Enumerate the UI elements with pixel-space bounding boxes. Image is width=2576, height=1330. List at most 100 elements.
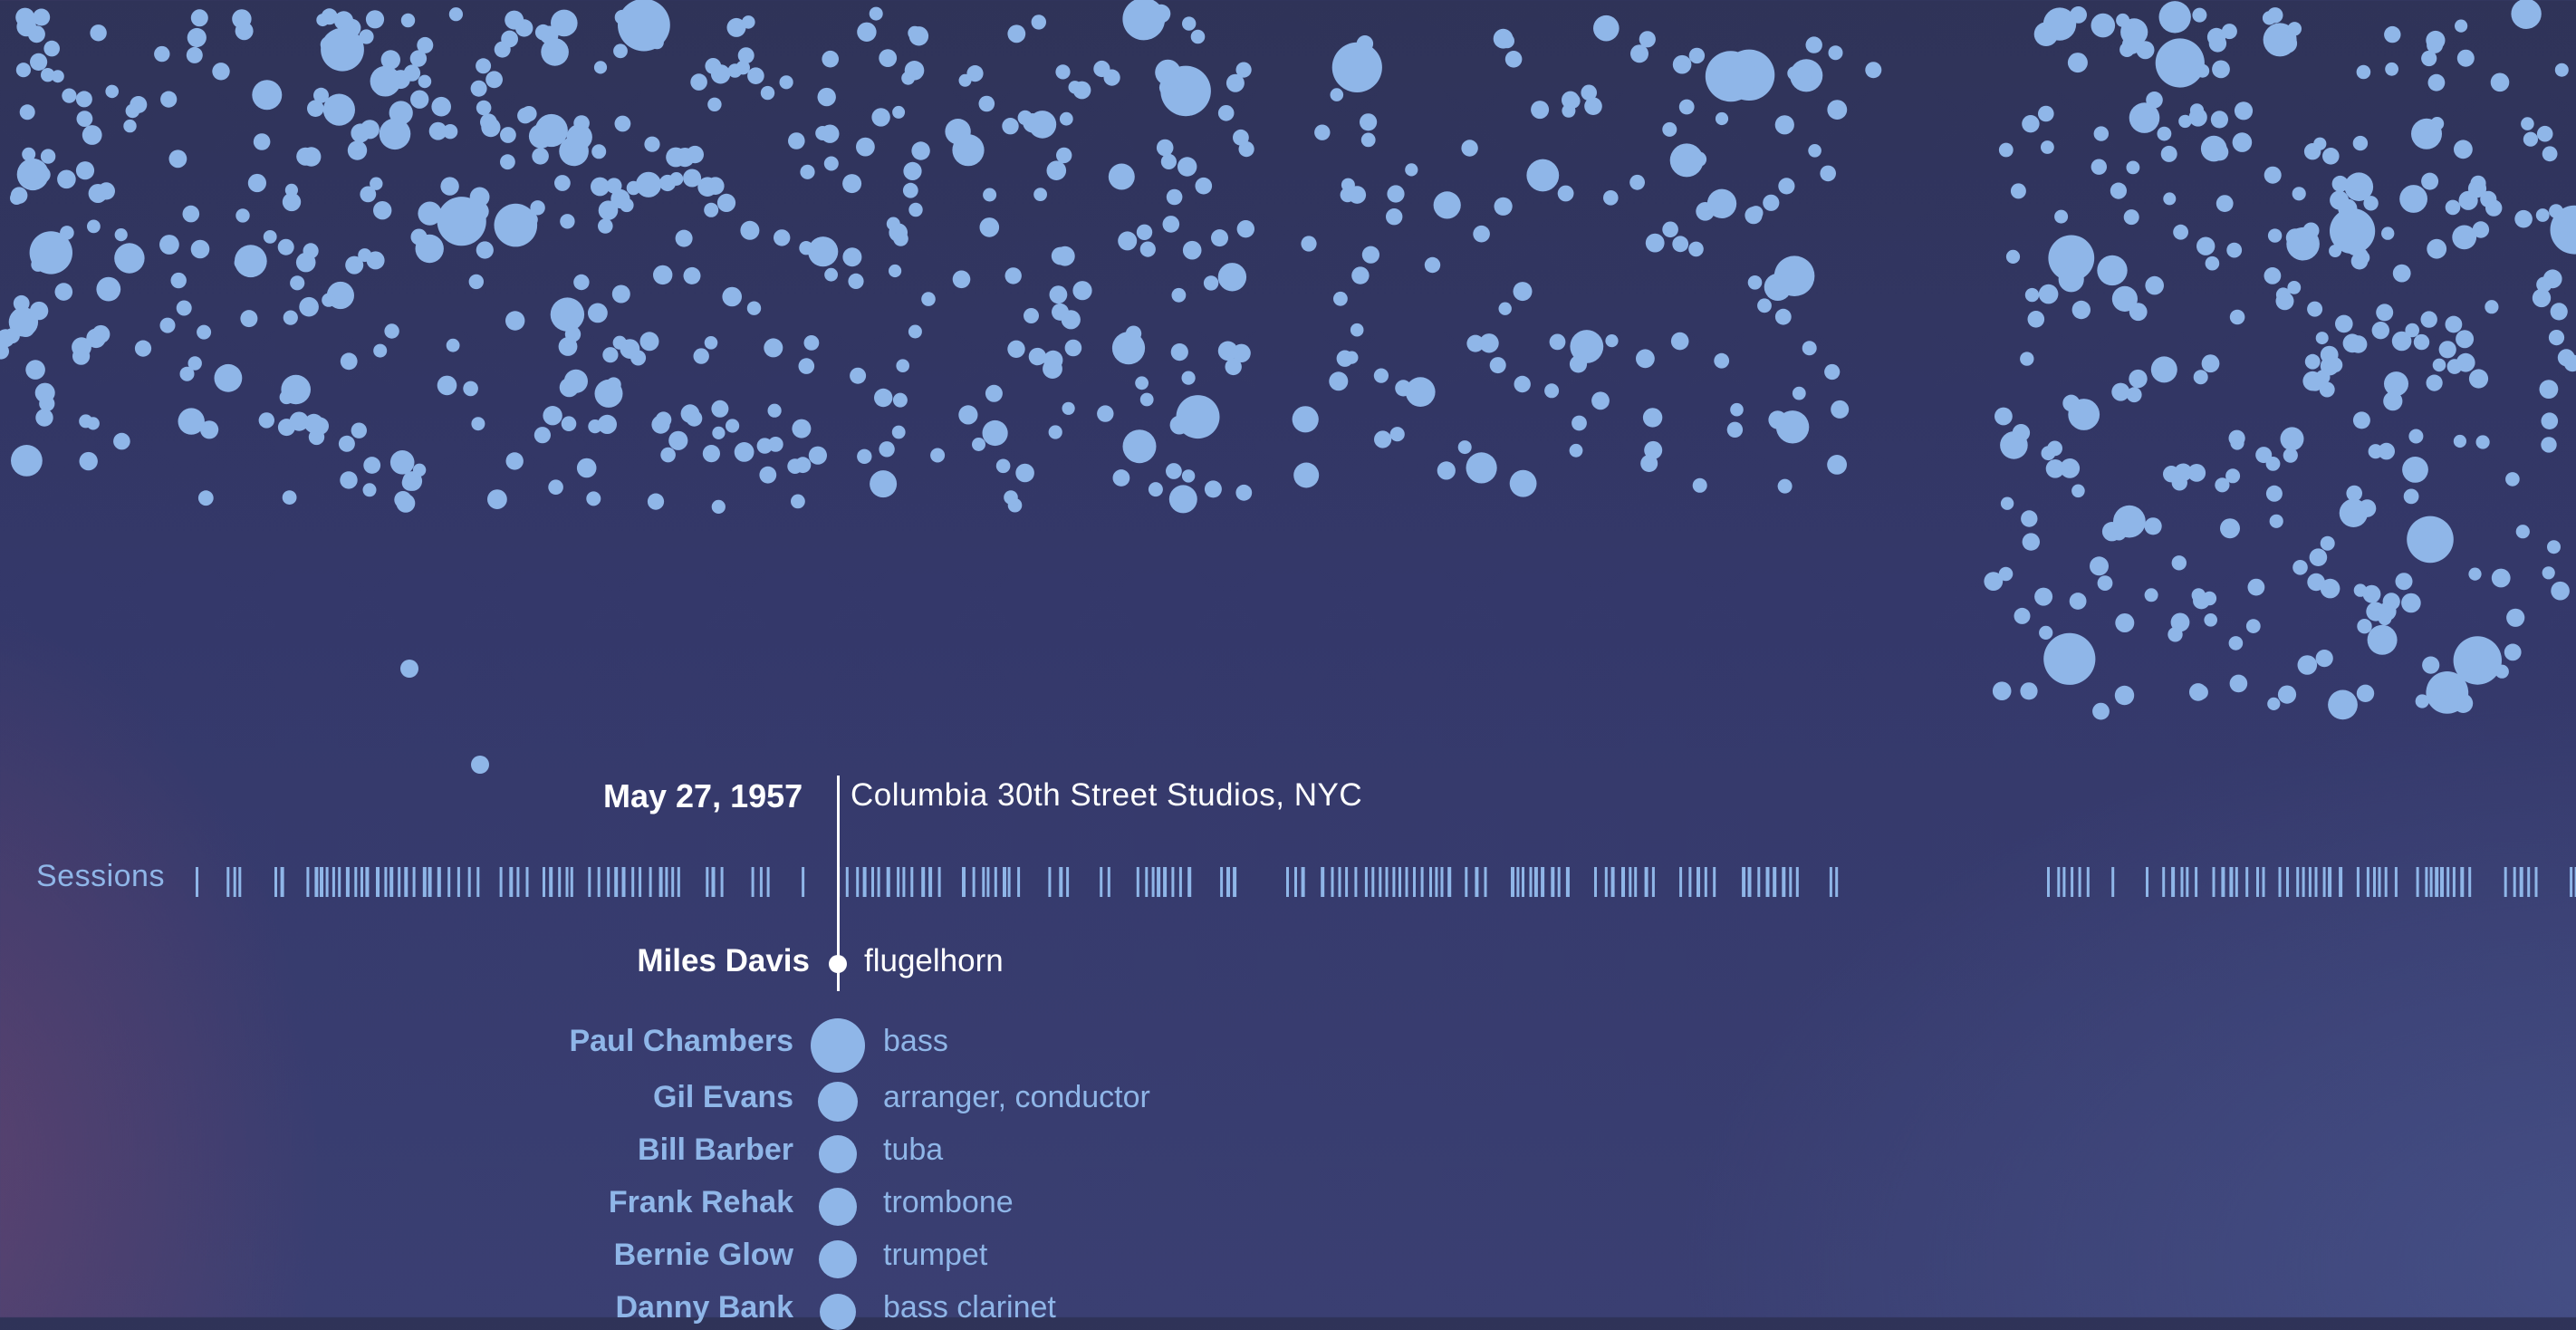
session-tick[interactable] xyxy=(1392,867,1395,897)
session-tick[interactable] xyxy=(1594,867,1597,897)
session-tick[interactable] xyxy=(752,867,755,897)
session-tick[interactable] xyxy=(2535,867,2538,897)
session-tick[interactable] xyxy=(1226,867,1230,897)
session-tick[interactable] xyxy=(614,867,618,897)
session-tick[interactable] xyxy=(1354,867,1357,897)
session-tick[interactable] xyxy=(1679,867,1682,897)
session-tick[interactable] xyxy=(1286,867,1289,897)
session-tick[interactable] xyxy=(516,867,519,897)
session-tick[interactable] xyxy=(1066,867,1069,897)
session-tick[interactable] xyxy=(1365,867,1368,897)
session-tick[interactable] xyxy=(671,867,674,897)
session-tick[interactable] xyxy=(196,867,198,897)
session-tick[interactable] xyxy=(856,867,859,897)
session-tick[interactable] xyxy=(365,867,369,897)
session-tick[interactable] xyxy=(234,867,236,897)
session-tick[interactable] xyxy=(1294,867,1297,897)
session-tick[interactable] xyxy=(2460,867,2464,897)
session-tick[interactable] xyxy=(659,867,663,897)
session-tick[interactable] xyxy=(1331,867,1334,897)
session-tick[interactable] xyxy=(238,867,241,897)
session-tick[interactable] xyxy=(1688,867,1691,897)
session-tick[interactable] xyxy=(1605,867,1608,897)
session-tick[interactable] xyxy=(1541,867,1544,897)
session-tick[interactable] xyxy=(2181,867,2184,897)
session-tick[interactable] xyxy=(338,867,341,897)
session-tick[interactable] xyxy=(1108,867,1110,897)
session-tick[interactable] xyxy=(2323,867,2326,897)
session-tick[interactable] xyxy=(2435,867,2438,897)
session-tick[interactable] xyxy=(1611,867,1615,897)
leader-name[interactable]: Miles Davis xyxy=(637,943,810,979)
session-tick[interactable] xyxy=(1220,867,1223,897)
session-tick[interactable] xyxy=(878,867,880,897)
session-tick[interactable] xyxy=(384,867,387,897)
session-tick[interactable] xyxy=(1429,867,1432,897)
session-tick[interactable] xyxy=(1796,867,1799,897)
session-tick[interactable] xyxy=(712,867,716,897)
session-tick[interactable] xyxy=(846,867,849,897)
session-tick[interactable] xyxy=(1558,867,1561,897)
session-tick[interactable] xyxy=(863,867,867,897)
session-tick[interactable] xyxy=(2367,867,2369,897)
session-tick[interactable] xyxy=(2146,867,2148,897)
session-tick[interactable] xyxy=(1399,867,1401,897)
session-tick[interactable] xyxy=(1321,867,1324,897)
session-tick[interactable] xyxy=(1386,867,1389,897)
session-tick[interactable] xyxy=(2071,867,2073,897)
session-tick[interactable] xyxy=(1522,867,1524,897)
session-tick[interactable] xyxy=(1634,867,1637,897)
session-tick[interactable] xyxy=(921,867,925,897)
session-tick[interactable] xyxy=(2296,867,2299,897)
session-tick[interactable] xyxy=(1757,867,1760,897)
session-tick[interactable] xyxy=(1705,867,1707,897)
session-tick[interactable] xyxy=(902,867,905,897)
musician-name[interactable]: Gil Evans xyxy=(653,1080,793,1115)
session-tick[interactable] xyxy=(2328,867,2331,897)
session-tick[interactable] xyxy=(1187,867,1191,897)
session-tick[interactable] xyxy=(598,867,601,897)
session-tick[interactable] xyxy=(639,867,641,897)
session-tick[interactable] xyxy=(995,867,997,897)
session-tick[interactable] xyxy=(1475,867,1478,897)
session-tick[interactable] xyxy=(2514,867,2516,897)
session-tick[interactable] xyxy=(1413,867,1416,897)
session-tick[interactable] xyxy=(558,867,561,897)
session-tick[interactable] xyxy=(1163,867,1167,897)
session-tick[interactable] xyxy=(332,867,335,897)
session-tick[interactable] xyxy=(2111,867,2114,897)
session-tick[interactable] xyxy=(360,867,363,897)
session-tick[interactable] xyxy=(760,867,763,897)
session-tick[interactable] xyxy=(2263,867,2265,897)
session-tick[interactable] xyxy=(649,867,652,897)
session-tick[interactable] xyxy=(1645,867,1648,897)
session-tick[interactable] xyxy=(437,867,441,897)
session-tick[interactable] xyxy=(2339,867,2342,897)
session-tick[interactable] xyxy=(571,867,573,897)
session-tick[interactable] xyxy=(404,867,408,897)
session-tick[interactable] xyxy=(1511,867,1514,897)
session-tick[interactable] xyxy=(274,867,277,897)
session-tick[interactable] xyxy=(1789,867,1792,897)
session-tick[interactable] xyxy=(447,867,450,897)
session-tick[interactable] xyxy=(1302,867,1305,897)
session-tick[interactable] xyxy=(986,867,989,897)
session-tick[interactable] xyxy=(428,867,432,897)
session-tick[interactable] xyxy=(1516,867,1519,897)
session-tick[interactable] xyxy=(526,867,529,897)
session-tick[interactable] xyxy=(1742,867,1745,897)
session-tick[interactable] xyxy=(2309,867,2312,897)
session-tick[interactable] xyxy=(622,867,626,897)
session-tick[interactable] xyxy=(1435,867,1437,897)
session-tick[interactable] xyxy=(2062,867,2065,897)
session-tick[interactable] xyxy=(398,867,400,897)
sessions-timeline[interactable] xyxy=(0,0,2576,1317)
session-tick[interactable] xyxy=(1629,867,1631,897)
session-tick[interactable] xyxy=(1048,867,1051,897)
session-tick[interactable] xyxy=(354,867,357,897)
session-tick[interactable] xyxy=(2171,867,2175,897)
session-tick[interactable] xyxy=(549,867,553,897)
session-tick[interactable] xyxy=(2047,867,2050,897)
session-tick[interactable] xyxy=(2453,867,2456,897)
session-tick[interactable] xyxy=(1059,867,1062,897)
